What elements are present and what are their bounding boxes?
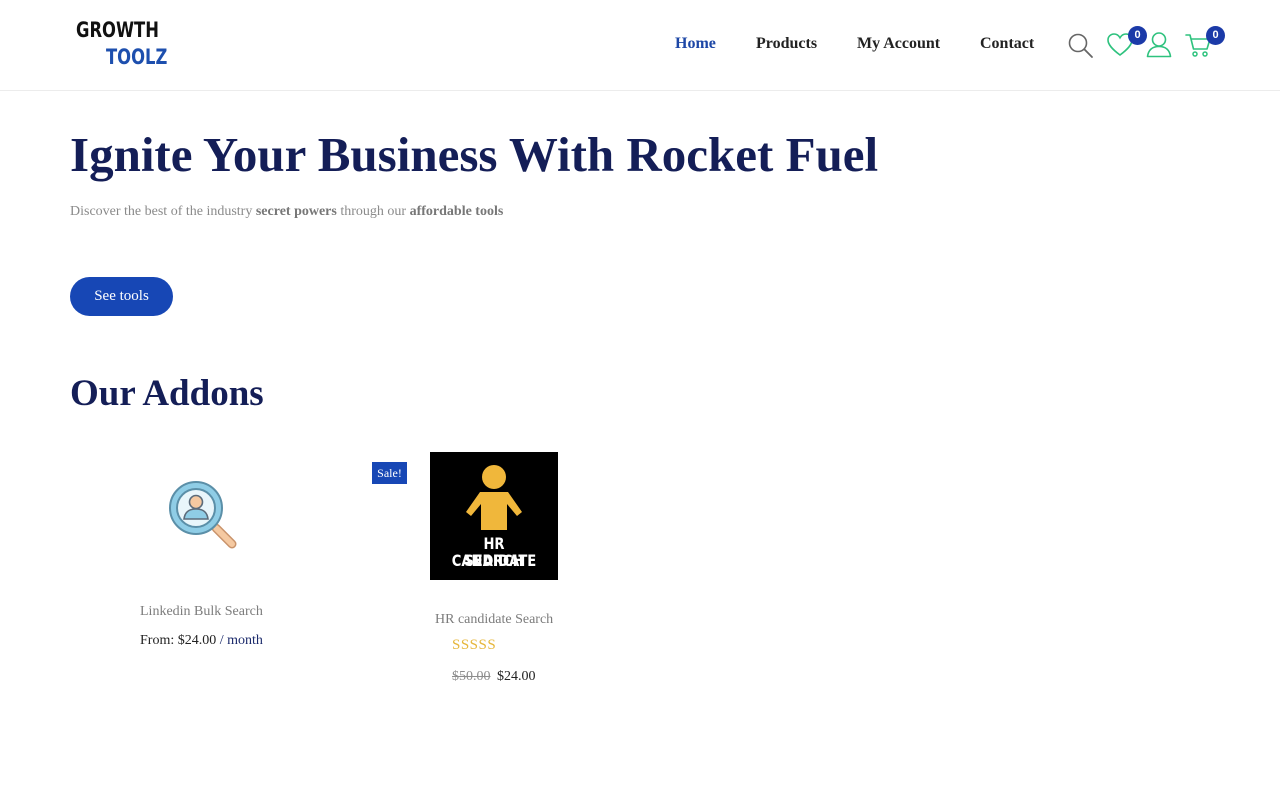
cart-count-badge: 0: [1206, 26, 1225, 45]
sale-badge: Sale!: [372, 462, 407, 484]
price-suffix: / month: [216, 633, 263, 648]
product-name-linkedin[interactable]: Linkedin Bulk Search: [140, 604, 263, 620]
sale-price: $24.00: [497, 669, 536, 684]
addons-section-title: Our Addons: [70, 373, 264, 414]
hero-subtitle-bold-2: affordable tools: [409, 204, 504, 219]
product-name-hr[interactable]: HR candidate Search: [435, 612, 553, 628]
person-icon: [462, 464, 526, 535]
old-price: $50.00: [452, 669, 491, 684]
hr-image-text-2: SEARCH: [464, 551, 524, 570]
user-icon[interactable]: [1146, 31, 1172, 63]
nav-home[interactable]: Home: [675, 35, 716, 53]
price-value: $24.00: [177, 633, 217, 648]
logo-line1: GROWTH: [76, 18, 159, 42]
hero-subtitle: Discover the best of the industry secret…: [70, 204, 503, 220]
site-header: GROWTH TOOLZ Home Products My Account Co…: [0, 0, 1280, 91]
logo-line2: TOOLZ: [106, 45, 168, 69]
search-icon[interactable]: [1067, 32, 1095, 65]
star-rating: SSSSS: [452, 637, 497, 653]
magnifier-person-icon[interactable]: [166, 478, 238, 555]
see-tools-button[interactable]: See tools: [70, 277, 173, 316]
hero-title: Ignite Your Business With Rocket Fuel: [70, 127, 879, 182]
hero-subtitle-text-2: through our: [336, 204, 410, 219]
hero-subtitle-bold-1: secret powers: [255, 204, 337, 219]
product-price-linkedin: From: $24.00 / month: [140, 633, 263, 649]
price-prefix: From:: [140, 633, 178, 648]
nav-my-account[interactable]: My Account: [857, 35, 940, 53]
hr-candidate-image[interactable]: HR CANDIDATE SEARCH: [430, 452, 558, 580]
hero-subtitle-text-1: Discover the best of the industry: [70, 204, 256, 219]
site-logo[interactable]: GROWTH TOOLZ: [76, 18, 176, 74]
wishlist-count-badge: 0: [1128, 26, 1147, 45]
heart-icon: [1106, 33, 1134, 62]
nav-contact[interactable]: Contact: [980, 35, 1034, 53]
nav-products[interactable]: Products: [756, 35, 817, 53]
